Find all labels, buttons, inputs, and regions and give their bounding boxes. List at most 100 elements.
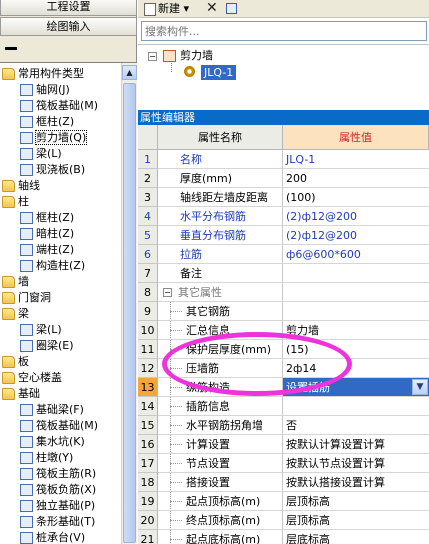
tree-item[interactable]: 轴网(J) — [20, 82, 70, 98]
folder-icon — [2, 356, 15, 368]
copy-icon[interactable] — [226, 3, 237, 14]
tree-item[interactable]: 梁(L) — [20, 146, 62, 162]
property-value[interactable]: 200 — [283, 169, 429, 188]
property-row[interactable]: 21 起点底标高(m) 层底标高 — [138, 530, 429, 544]
tree-item[interactable]: 集水坑(K) — [20, 434, 85, 450]
tree-item[interactable]: 筏板主筋(R) — [20, 466, 96, 482]
row-index: 19 — [138, 492, 158, 511]
property-row[interactable]: 14 插筋信息 — [138, 397, 429, 416]
tree-item-label: 轴线 — [18, 179, 40, 192]
property-value[interactable]: 按默认搭接设置计算 — [283, 473, 429, 492]
property-value[interactable]: 按默认节点设置计算 — [283, 454, 429, 473]
tree-item[interactable]: 现浇板(B) — [20, 162, 85, 178]
property-value[interactable] — [283, 397, 429, 416]
property-value[interactable]: 层底标高 — [283, 530, 429, 544]
property-value[interactable]: 层顶标高 — [283, 492, 429, 511]
property-value[interactable]: (2)ф12@200 — [283, 226, 429, 245]
property-row[interactable]: 9 其它钢筋 — [138, 302, 429, 321]
tree-item[interactable]: 基础 — [2, 386, 40, 402]
property-value[interactable]: (15) — [283, 340, 429, 359]
tree-item[interactable]: 桩承台(V) — [20, 530, 85, 544]
tree-item[interactable]: 框柱(Z) — [20, 114, 74, 130]
tree-item[interactable]: 框柱(Z) — [20, 210, 74, 226]
tree-item-label: 现浇板(B) — [36, 163, 86, 176]
property-row[interactable]: 6 拉筋 ф6@600*600 — [138, 245, 429, 264]
property-value[interactable]: 2ф14 — [283, 359, 429, 378]
property-value[interactable]: 否 — [283, 416, 429, 435]
tree-item[interactable]: 柱 — [2, 194, 29, 210]
tree-item[interactable]: 条形基础(T) — [20, 514, 95, 530]
property-value[interactable]: (2)ф12@200 — [283, 207, 429, 226]
property-row[interactable]: 3 轴线距左墙皮距离 (100) — [138, 188, 429, 207]
tree-item[interactable]: 轴线 — [2, 178, 40, 194]
property-value[interactable]: 设置插筋 ▼ — [283, 378, 429, 397]
property-value[interactable]: 按默认计算设置计算 — [283, 435, 429, 454]
property-row[interactable]: 20 终点顶标高(m) 层顶标高 — [138, 511, 429, 530]
property-row[interactable]: 8− 其它属性 — [138, 283, 429, 302]
drawing-input-button[interactable]: 绘图输入 — [0, 17, 137, 36]
tree-item[interactable]: 门窗洞 — [2, 290, 51, 306]
scroll-up-icon[interactable]: ▲ — [122, 65, 137, 80]
tree-item[interactable]: 剪力墙(Q) — [20, 130, 88, 146]
component-item-jlq1[interactable]: JLQ-1 — [201, 65, 237, 80]
property-row[interactable]: 17 节点设置 按默认节点设置计算 — [138, 454, 429, 473]
row-index: 18 — [138, 473, 158, 492]
property-row[interactable]: 12 压墙筋 2ф14 — [138, 359, 429, 378]
tree-item[interactable]: 板 — [2, 354, 29, 370]
dropdown-arrow-icon[interactable]: ▼ — [412, 379, 428, 395]
property-row[interactable]: 19 起点顶标高(m) 层顶标高 — [138, 492, 429, 511]
tree-item[interactable]: 暗柱(Z) — [20, 226, 74, 242]
tree-item[interactable]: 梁(L) — [20, 322, 62, 338]
property-name: 终点顶标高(m) — [158, 511, 283, 530]
tree-item[interactable]: 筏板负筋(X) — [20, 482, 96, 498]
tree-item[interactable]: 空心楼盖 — [2, 370, 62, 386]
scroll-thumb[interactable] — [123, 83, 136, 543]
tree-item[interactable]: 梁 — [2, 306, 29, 322]
property-value[interactable]: 剪力墙 — [283, 321, 429, 340]
property-value[interactable]: (100) — [283, 188, 429, 207]
tree-item[interactable]: 柱墩(Y) — [20, 450, 73, 466]
delete-icon[interactable]: ✕ — [206, 0, 218, 16]
property-value[interactable] — [283, 283, 429, 302]
new-label: 新建 — [158, 2, 180, 15]
tree-item[interactable]: 筏板基础(M) — [20, 98, 98, 114]
tree-scrollbar[interactable]: ▲ — [121, 63, 137, 544]
tree-item[interactable]: 圈梁(E) — [20, 338, 74, 354]
tree-item[interactable]: 筏板基础(M) — [20, 418, 98, 434]
property-value[interactable]: JLQ-1 — [283, 150, 429, 169]
tree-item[interactable]: 基础梁(F) — [20, 402, 84, 418]
property-value[interactable] — [283, 302, 429, 321]
collapse-all-icon[interactable] — [5, 47, 17, 50]
property-row[interactable]: 13 纵筋构造 设置插筋 ▼ — [138, 378, 429, 397]
property-value[interactable]: ф6@600*600 — [283, 245, 429, 264]
tree-item[interactable]: 常用构件类型 — [2, 66, 84, 82]
property-row[interactable]: 2 厚度(mm) 200 — [138, 169, 429, 188]
component-type-icon — [20, 148, 33, 160]
collapse-icon[interactable]: − — [148, 52, 157, 61]
tree-item-label: 常用构件类型 — [18, 67, 84, 80]
property-value[interactable] — [283, 264, 429, 283]
property-row[interactable]: 7 备注 — [138, 264, 429, 283]
component-group-name[interactable]: 剪力墙 — [180, 48, 213, 64]
left-panel: 工程设置 绘图输入 常用构件类型 轴网(J) 筏板基础(M) 框柱(Z) 剪力墙(Q) 梁… — [0, 0, 137, 544]
project-settings-button[interactable]: 工程设置 — [0, 0, 137, 16]
tree-item-label: 筏板基础(M) — [36, 419, 99, 432]
property-row[interactable]: 16 计算设置 按默认计算设置计算 — [138, 435, 429, 454]
collapse-group-icon[interactable]: − — [163, 288, 172, 297]
tree-item[interactable]: 墙 — [2, 274, 29, 290]
property-row[interactable]: 4 水平分布钢筋 (2)ф12@200 — [138, 207, 429, 226]
tree-item[interactable]: 构造柱(Z) — [20, 258, 85, 274]
property-row[interactable]: 11 保护层厚度(mm) (15) — [138, 340, 429, 359]
property-row[interactable]: 5 垂直分布钢筋 (2)ф12@200 — [138, 226, 429, 245]
tree-item[interactable]: 独立基础(P) — [20, 498, 95, 514]
property-row[interactable]: 18 搭接设置 按默认搭接设置计算 — [138, 473, 429, 492]
search-input[interactable] — [141, 21, 427, 41]
property-row[interactable]: 1 名称 JLQ-1 — [138, 150, 429, 169]
property-row[interactable]: 15 水平钢筋拐角增 否 — [138, 416, 429, 435]
new-component-button[interactable]: 新建 ▾ — [142, 1, 189, 16]
row-index: 21 — [138, 530, 158, 544]
property-row[interactable]: 10 汇总信息 剪力墙 — [138, 321, 429, 340]
folder-icon — [2, 372, 15, 384]
property-value[interactable]: 层顶标高 — [283, 511, 429, 530]
tree-item[interactable]: 端柱(Z) — [20, 242, 74, 258]
